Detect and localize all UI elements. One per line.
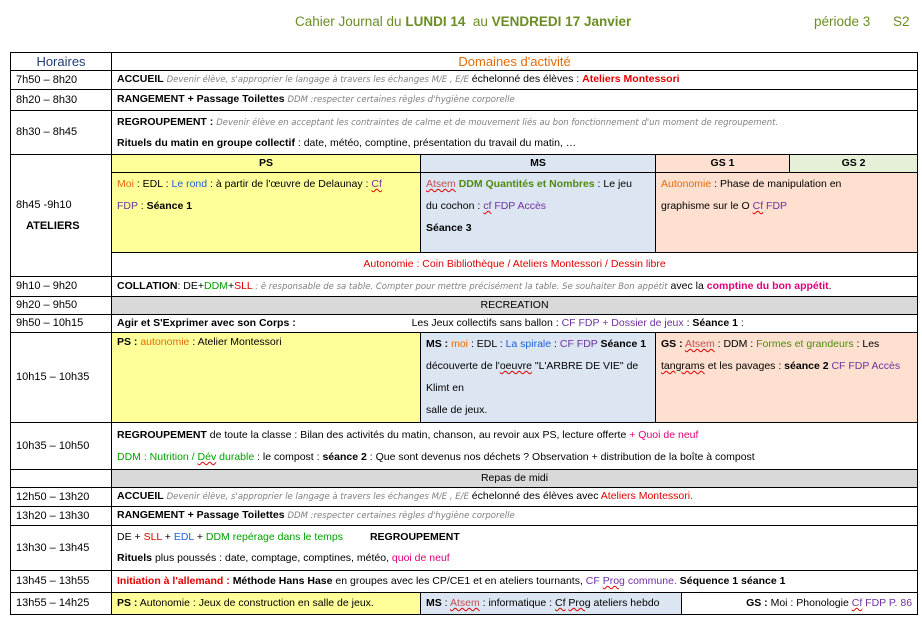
table-header-row: Horaires Domaines d'activité xyxy=(10,52,919,71)
table-row: 13h55 – 14h25 PS : Autonomie : Jeux de c… xyxy=(10,592,919,615)
activity-cell: RANGEMENT + Passage Toilettes DDM :respe… xyxy=(110,506,919,526)
table-row: Repas de midi xyxy=(10,469,919,488)
ms-activity-cell: MS : Atsem : informatique : Cf Prog atel… xyxy=(420,592,682,615)
activity-cell: REGROUPEMENT : Devenir élève en acceptan… xyxy=(110,110,919,155)
journal-title: Cahier Journal du LUNDI 14 au VENDREDI 1… xyxy=(295,14,632,29)
table-row: 9h10 – 9h20 COLLATION: DE+DDM+SLL : ê re… xyxy=(10,276,919,297)
time-cell: 7h50 – 8h20 xyxy=(10,70,112,90)
activity-cell: ACCUEIL Devenir élève, s'approprier le l… xyxy=(110,487,919,507)
table-row: 7h50 – 8h20 ACCUEIL Devenir élève, s'app… xyxy=(10,70,919,90)
table-row: 8h45 -9h10 ATELIERS PS MS GS 1 GS 2 xyxy=(10,154,919,277)
time-cell: 13h45 – 13h55 xyxy=(10,570,112,593)
table-row: Moi : EDL : Le rond : à partir de l'œuvr… xyxy=(11,172,919,253)
page-header: Cahier Journal du LUNDI 14 au VENDREDI 1… xyxy=(0,12,922,34)
activity-cell: Initiation à l'allemand : Méthode Hans H… xyxy=(110,570,919,593)
autonomy-cell: Autonomie : Coin Bibliothèque / Ateliers… xyxy=(110,252,919,277)
end-day: VENDREDI 17 Janvier xyxy=(491,14,632,29)
time-cell: 13h30 – 13h45 xyxy=(10,525,112,571)
time-cell: 10h15 – 10h35 xyxy=(10,332,112,423)
table-row: 12h50 – 13h20 ACCUEIL Devenir élève, s'a… xyxy=(10,487,919,507)
table-row: 13h45 – 13h55 Initiation à l'allemand : … xyxy=(10,570,919,593)
time-cell: 9h50 – 10h15 xyxy=(10,314,112,333)
lunch-cell: Repas de midi xyxy=(110,469,919,488)
gs-activity-cell: GS : Moi : Phonologie Cf FDP P. 86 xyxy=(680,592,919,615)
table-row: 9h50 – 10h15 Agir et S'Exprimer avec son… xyxy=(10,314,919,333)
time-cell: 10h35 – 10h50 xyxy=(10,422,112,470)
period-label: période 3 xyxy=(814,14,871,29)
schedule-table: Horaires Domaines d'activité 7h50 – 8h20… xyxy=(10,52,919,615)
ms-activity-cell: MS : moi : EDL : La spirale : CF FDP Séa… xyxy=(420,332,656,423)
table-row: 13h30 – 13h45 DE + SLL + EDL + DDM repér… xyxy=(10,525,919,571)
time-cell: 12h50 – 13h20 xyxy=(10,487,112,507)
table-row: 10h35 – 10h50 REGROUPEMENT de toute la c… xyxy=(10,422,919,470)
activity-cell: DE + SLL + EDL + DDM repérage dans le te… xyxy=(110,525,919,571)
ps-activity-cell: PS : Autonomie : Jeux de construction en… xyxy=(111,592,421,615)
gs1-group-header: GS 1 xyxy=(655,154,790,173)
time-cell: 13h55 – 14h25 xyxy=(10,592,112,615)
ms-group-header: MS xyxy=(420,154,656,173)
ps-group-header: PS xyxy=(111,154,421,173)
table-row: 8h20 – 8h30 RANGEMENT + Passage Toilette… xyxy=(10,89,919,111)
activity-cell: COLLATION: DE+DDM+SLL : ê responsable de… xyxy=(110,276,919,297)
table-row: 10h15 – 10h35 PS : autonomie : Atelier M… xyxy=(10,332,919,423)
time-cell: 9h10 – 9h20 xyxy=(10,276,112,297)
recess-cell: RECREATION xyxy=(110,296,919,315)
table-row: 9h20 – 9h50 RECREATION xyxy=(10,296,919,315)
time-cell: 8h20 – 8h30 xyxy=(10,89,112,111)
ps-activity-cell: PS : autonomie : Atelier Montessori xyxy=(111,332,421,423)
table-row: Autonomie : Coin Bibliothèque / Ateliers… xyxy=(11,252,919,277)
start-day: LUNDI 14 xyxy=(405,14,466,29)
semester-label: S2 xyxy=(893,14,910,29)
table-row: 8h30 – 8h45 REGROUPEMENT : Devenir élève… xyxy=(10,110,919,155)
time-cell: 9h20 – 9h50 xyxy=(10,296,112,315)
gs-workshop-cell: Autonomie : Phase de manipulation en gra… xyxy=(654,172,919,253)
activity-cell: RANGEMENT + Passage Toilettes DDM :respe… xyxy=(110,89,919,111)
time-cell: 8h45 -9h10 ATELIERS xyxy=(10,154,112,277)
activity-cell: REGROUPEMENT de toute la classe : Bilan … xyxy=(110,422,919,470)
time-cell: 8h30 – 8h45 xyxy=(10,110,112,155)
ps-workshop-cell: Moi : EDL : Le rond : à partir de l'œuvr… xyxy=(111,172,421,253)
ms-workshop-cell: Atsem DDM Quantités et Nombres : Le jeu … xyxy=(420,172,656,253)
gs2-group-header: GS 2 xyxy=(788,154,919,173)
table-row: 13h20 – 13h30 RANGEMENT + Passage Toilet… xyxy=(10,506,919,526)
gs-activity-cell: GS : Atsem : DDM : Formes et grandeurs :… xyxy=(654,332,919,423)
activity-cell: Agir et S'Exprimer avec son Corps : Les … xyxy=(110,314,919,333)
hours-header: Horaires xyxy=(10,52,112,71)
time-cell: 13h20 – 13h30 xyxy=(10,506,112,526)
domains-header: Domaines d'activité xyxy=(110,52,919,71)
activity-cell: ACCUEIL Devenir élève, s'approprier le l… xyxy=(110,70,919,90)
